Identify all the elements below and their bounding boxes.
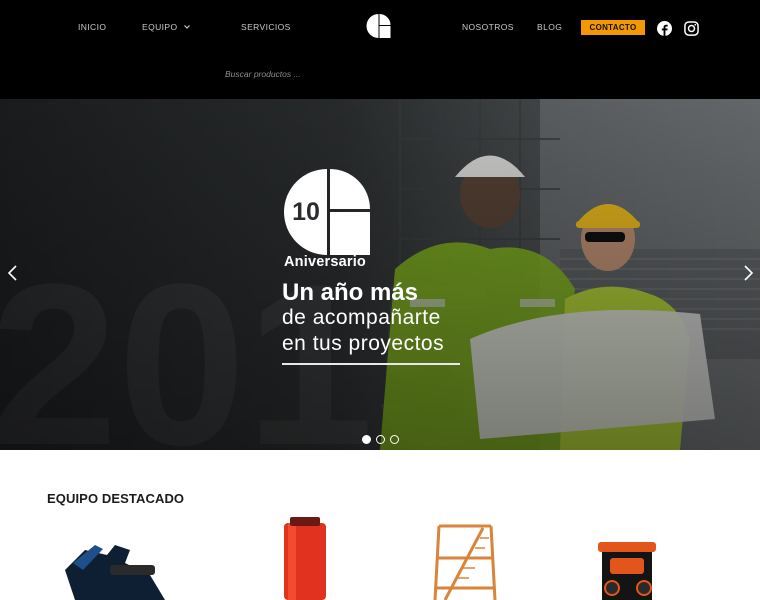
slider-dot-2[interactable]: [376, 435, 385, 444]
product-core-drill[interactable]: [270, 515, 340, 600]
site-header: INICIO EQUIPO SERVICIOS NOSOTROS BLOG CO…: [0, 0, 760, 99]
hero-slider: 2015 10 Aniversario Un año más de acompa…: [0, 99, 760, 450]
anniversary-label: Aniversario: [284, 254, 366, 270]
brand-logo[interactable]: [366, 14, 391, 38]
nav-blog[interactable]: BLOG: [537, 22, 562, 32]
nav-nosotros[interactable]: NOSOTROS: [462, 22, 514, 32]
search-input[interactable]: [225, 66, 525, 82]
slider-dot-3[interactable]: [390, 435, 399, 444]
hero-subheadline-2: en tus proyectos: [282, 332, 445, 355]
instagram-icon[interactable]: [684, 21, 699, 36]
product-pressure-washer[interactable]: [590, 538, 665, 600]
facebook-icon[interactable]: [657, 21, 672, 36]
slider-dot-1[interactable]: [362, 435, 371, 444]
nav-servicios[interactable]: SERVICIOS: [241, 22, 291, 32]
hero-subheadline-1: de acompañarte: [282, 306, 441, 329]
slider-dots: [362, 435, 399, 444]
nav-inicio[interactable]: INICIO: [78, 22, 106, 32]
chevron-down-icon: [184, 25, 191, 29]
product-jackhammer[interactable]: [55, 515, 175, 600]
contact-button[interactable]: CONTACTO: [581, 20, 645, 35]
product-scaffold[interactable]: [425, 518, 505, 600]
anniversary-badge: 10: [284, 169, 370, 255]
headline-underline: [282, 363, 460, 365]
nav-equipo[interactable]: EQUIPO: [142, 22, 191, 32]
badge-number: 10: [292, 198, 320, 226]
chevron-left-icon[interactable]: [6, 263, 20, 283]
featured-title: EQUIPO DESTACADO: [47, 491, 185, 506]
chevron-right-icon[interactable]: [741, 263, 755, 283]
hero-headline: Un año más: [282, 279, 419, 306]
hero-background: 2015: [0, 99, 760, 450]
nav-equipo-label: EQUIPO: [142, 22, 178, 32]
